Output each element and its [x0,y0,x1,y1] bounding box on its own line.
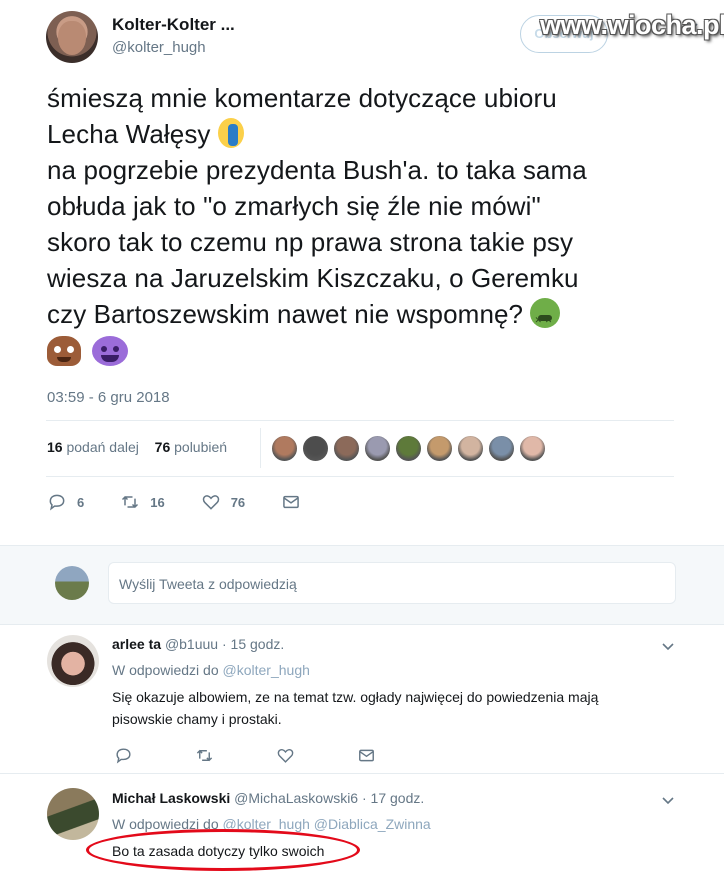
liker-avatar[interactable] [302,435,329,462]
reply-button[interactable]: 6 [47,492,84,512]
reply-icon[interactable] [114,746,133,765]
nauseated-face-emoji-icon [530,298,561,338]
reply-input[interactable]: Wyślij Tweeta z odpowiedzią [108,562,676,604]
reply-author-name[interactable]: Michał Laskowski [112,790,230,806]
smiling-devil-emoji-icon [92,336,129,366]
reply-actions [114,746,376,765]
pile-of-poo-emoji-icon [47,336,81,366]
reply-time[interactable]: · 15 godz. [222,636,284,652]
reply-header: arlee ta @b1uuu · 15 godz. [112,636,284,652]
chevron-down-icon[interactable] [660,638,676,654]
divider [46,420,674,421]
stats-separator [260,428,261,468]
tweet-text-line: obłuda jak to "o zmarłych się źle nie mó… [47,191,541,221]
retweets-stat[interactable]: 16 podań dalej [47,439,139,455]
tweet-stats: 16 podań dalej 76 polubień [47,439,227,455]
reply-text: Się okazuje albowiem, ze na temat tzw. o… [112,689,599,727]
tweet-text-line [47,334,697,370]
tweet-text-line: Lecha Wałęsy [47,116,697,152]
liker-avatar[interactable] [364,435,391,462]
reply-author-handle[interactable]: @MichaLaskowski6 [234,790,358,806]
reply-icon [49,494,65,511]
red-highlight-ellipse [86,829,360,871]
author-handle[interactable]: @kolter_hugh [112,39,206,56]
reply-author-handle[interactable]: @b1uuu [165,636,218,652]
tweet-text: śmieszą mnie komentarze dotyczące ubioru… [47,80,697,370]
likers-avatars [271,435,546,462]
reply-author-name[interactable]: arlee ta [112,636,161,652]
envelope-icon[interactable] [357,746,376,765]
facepalm-emoji-icon [217,118,244,148]
liker-avatar[interactable] [395,435,422,462]
divider [46,476,674,477]
reply-header: Michał Laskowski @MichaLaskowski6 · 17 g… [112,790,424,806]
watermark: www.wiocha.pl [540,10,724,40]
liker-avatar[interactable] [457,435,484,462]
author-avatar[interactable] [46,11,98,63]
direct-message-button[interactable] [281,492,311,512]
heart-icon[interactable] [276,746,295,765]
liker-avatar[interactable] [271,435,298,462]
tweet-actions: 6 16 76 [47,492,347,512]
heart-icon [202,495,219,510]
in-reply-to-link[interactable]: @kolter_hugh [223,662,310,678]
retweet-icon[interactable] [195,746,214,765]
tweet-text-line: wiesza na Jaruzelskim Kiszczaku, o Gerem… [47,263,579,293]
in-reply-to: W odpowiedzi do @kolter_hugh [112,662,310,678]
user-avatar[interactable] [55,566,89,600]
liker-avatar[interactable] [519,435,546,462]
tweet-text-line: skoro tak to czemu np prawa strona takie… [47,227,574,257]
likes-stat[interactable]: 76 polubień [155,439,227,455]
envelope-icon [283,495,300,509]
retweet-button[interactable]: 16 [120,492,165,512]
liker-avatar[interactable] [488,435,515,462]
tweet-text-line: czy Bartoszewskim nawet nie wspomnę? [47,296,697,338]
author-name[interactable]: Kolter-Kolter ... [112,15,235,35]
like-button[interactable]: 76 [201,492,245,512]
main-tweet: Kolter-Kolter ... @kolter_hugh Obserwuj … [0,0,724,545]
retweet-icon [122,495,139,509]
reply-avatar[interactable] [47,635,99,687]
chevron-down-icon[interactable] [660,792,676,808]
tweet-text-line: śmieszą mnie komentarze dotyczące ubioru [47,83,557,113]
reply-avatar[interactable] [47,788,99,840]
liker-avatar[interactable] [333,435,360,462]
tweet-text-line: na pogrzebie prezydenta Bush'a. to taka … [47,155,587,185]
reply-tweet[interactable]: arlee ta @b1uuu · 15 godz. W odpowiedzi … [0,626,724,774]
tweet-timestamp[interactable]: 03:59 - 6 gru 2018 [47,389,170,406]
reply-time[interactable]: · 17 godz. [362,790,424,806]
liker-avatar[interactable] [426,435,453,462]
